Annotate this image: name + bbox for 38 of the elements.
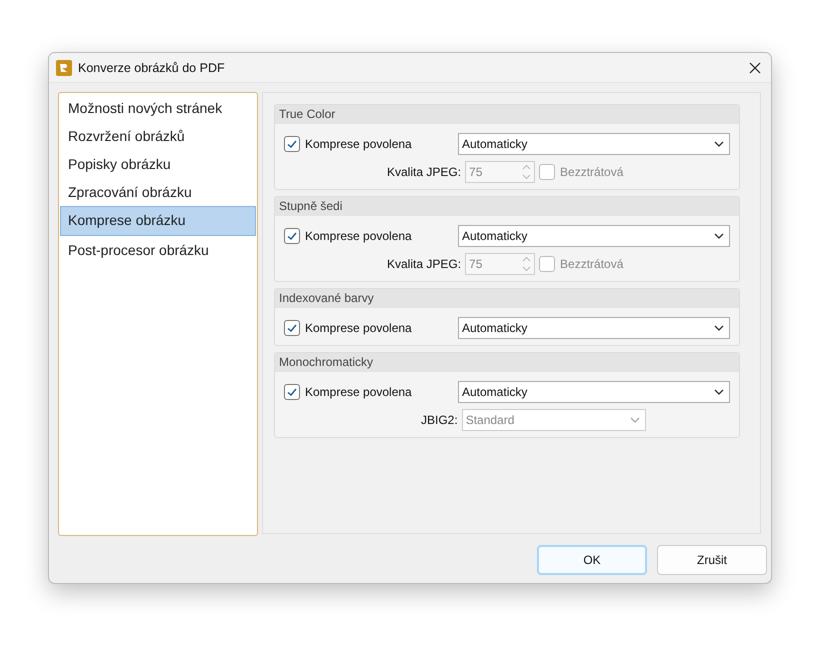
chevron-down-icon bbox=[714, 233, 724, 240]
dropdown[interactable]: Automaticky bbox=[458, 317, 730, 340]
chevron-down-icon bbox=[714, 141, 724, 148]
sidebar-item[interactable]: Post-procesor obrázku bbox=[60, 236, 256, 264]
chevron-down-icon bbox=[714, 389, 724, 396]
checkmark-icon bbox=[286, 230, 298, 242]
sidebar-item[interactable]: Popisky obrázku bbox=[60, 150, 256, 178]
compression-checkbox[interactable]: Komprese povolena bbox=[284, 384, 412, 400]
spinner-arrows-icon bbox=[522, 163, 532, 182]
chevron-down-icon bbox=[630, 417, 640, 424]
dropdown[interactable]: Automaticky bbox=[458, 133, 730, 156]
chevron-down-icon bbox=[714, 325, 724, 332]
checkmark-icon bbox=[286, 322, 298, 334]
app-icon bbox=[56, 60, 72, 76]
sidebar-item[interactable]: Rozvržení obrázků bbox=[60, 122, 256, 150]
group-title: Monochromaticky bbox=[275, 353, 739, 372]
group-title: Indexované barvy bbox=[275, 289, 739, 308]
checkmark-icon bbox=[286, 138, 298, 150]
compression-checkbox[interactable]: Komprese povolena bbox=[284, 136, 412, 152]
close-icon[interactable] bbox=[749, 62, 761, 74]
group-title: Stupně šedi bbox=[275, 197, 739, 216]
sidebar-item[interactable]: Zpracování obrázku bbox=[60, 178, 256, 206]
field-label: Kvalita JPEG: bbox=[387, 165, 462, 180]
checkmark-icon bbox=[286, 386, 298, 398]
spinner-arrows-icon bbox=[522, 255, 532, 274]
dropdown[interactable]: Automaticky bbox=[458, 225, 730, 248]
cancel-button[interactable]: Zrušit bbox=[657, 544, 767, 575]
ok-button[interactable]: OK bbox=[537, 544, 647, 575]
dropdown[interactable]: Automaticky bbox=[458, 381, 730, 404]
sidebar-item[interactable]: Komprese obrázku bbox=[60, 206, 256, 236]
group-title: True Color bbox=[275, 105, 739, 124]
compression-checkbox[interactable]: Komprese povolena bbox=[284, 228, 412, 244]
compression-checkbox[interactable]: Komprese povolena bbox=[284, 320, 412, 336]
jbig2-dropdown[interactable]: Standard bbox=[462, 409, 646, 432]
field-label: JBIG2: bbox=[421, 413, 458, 428]
window-title: Konverze obrázků do PDF bbox=[78, 60, 226, 75]
sidebar-item[interactable]: Možnosti nových stránek bbox=[60, 94, 256, 122]
field-label: Kvalita JPEG: bbox=[387, 257, 462, 272]
